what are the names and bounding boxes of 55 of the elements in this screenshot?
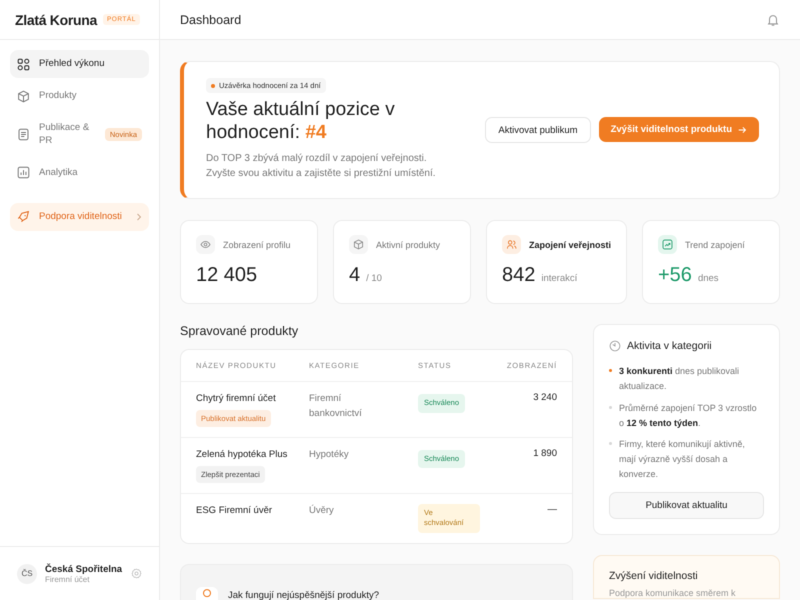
activity-text: Průměrné zapojení TOP 3 vzrostlo o 12 % tento týden.: [619, 402, 758, 430]
product-name: Chytrý firemní účet: [196, 392, 276, 406]
stat-unit: dnes: [698, 273, 719, 284]
chevron-right-icon: [136, 212, 142, 221]
account-avatar: ČS: [17, 564, 37, 584]
account-name: Česká Spořitelna: [45, 564, 123, 574]
visibility-title: Zvýšení viditelnosti: [609, 570, 699, 582]
bell-icon[interactable]: [766, 12, 780, 26]
trend-icon: [658, 235, 677, 254]
account-type: Firemní účet: [45, 574, 90, 584]
activity-title: Aktivita v kategorii: [627, 340, 712, 352]
views-cell-text: 1 890: [532, 448, 557, 459]
eye-icon: [196, 235, 215, 254]
views-cell-text: —: [546, 504, 557, 515]
sidebar-item[interactable]: Produkty: [10, 82, 149, 110]
settings-icon[interactable]: [131, 568, 142, 579]
activate-audience-button[interactable]: Aktivovat publikum: [485, 117, 591, 143]
category-cell-text: Firemní bankovnictví: [309, 392, 363, 421]
stat-label: Zobrazení profilu: [223, 240, 291, 250]
document-icon: [17, 128, 30, 141]
sidebar-item[interactable]: Podpora viditelnosti: [10, 202, 149, 231]
activity-text: 3 konkurenti dnes publikovali aktualizace.: [619, 365, 740, 393]
stat-label: Zapojení veřejnosti: [528, 240, 611, 250]
hero-title: Vaše aktuální pozice v hodnocení: #4: [206, 99, 396, 145]
section-title: Spravované produkty: [180, 324, 300, 339]
sidebar-item[interactable]: Přehled výkonu: [10, 50, 149, 78]
stat-label: Aktivní produkty: [376, 240, 440, 250]
publish-update-button[interactable]: Publikovat aktualitu: [609, 492, 764, 519]
tip-title: Jak fungují nejúspěšnější produkty?: [228, 590, 380, 600]
stat-value: 842: [502, 264, 536, 287]
stat-unit: / 10: [366, 273, 382, 284]
hero-description: Do TOP 3 zbývá malý rozdíl v zapojení veřejnosti. Zvyšte svou aktivitu a zajistěte si prestižní umístění.: [206, 152, 436, 182]
cube-icon: [348, 235, 368, 254]
cube-icon: [17, 90, 30, 102]
sidebar-item[interactable]: Analytika: [10, 158, 149, 187]
stat-value: +56: [658, 264, 692, 287]
product-name: Zelená hypotéka Plus: [196, 448, 288, 462]
product-name: ESG Firemní úvěr: [196, 504, 272, 518]
visibility-text: Podpora komunikace směrem k: [609, 588, 737, 598]
category-cell-text: Úvěry: [309, 504, 335, 518]
bar-chart-icon: [17, 166, 30, 180]
clock-icon: [609, 340, 621, 352]
stat-value: 12 405: [196, 264, 258, 287]
arrow-right-icon: [738, 126, 747, 134]
stat-label: Trend zapojení: [685, 240, 745, 250]
category-cell-text: Hypotéky: [309, 448, 350, 462]
views-cell-text: 3 240: [532, 392, 557, 403]
people-icon: [502, 235, 521, 254]
grid-icon: [17, 58, 30, 70]
stat-value: 4: [348, 264, 360, 287]
boost-visibility-button[interactable]: Zvýšit viditelnost produktu: [598, 117, 759, 142]
brand-name: Zlatá Koruna: [15, 12, 97, 28]
activity-text: Firmy, které komunikují aktivně, mají výrazně vyšší dosah a konverze.: [619, 438, 746, 482]
stat-unit: interakcí: [541, 273, 578, 284]
page-title: Dashboard: [180, 12, 242, 26]
